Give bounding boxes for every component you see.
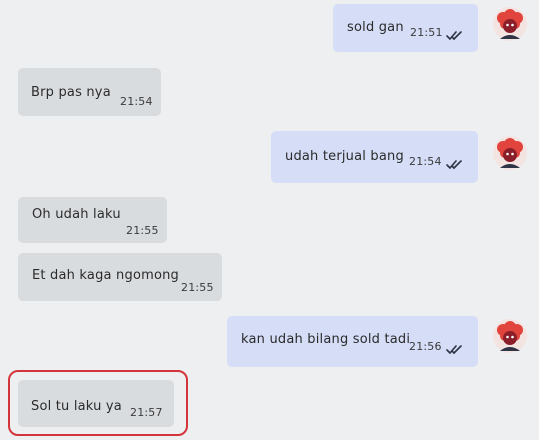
message-text: Et dah kaga ngomong [32, 268, 180, 283]
message-time: 21:54 [409, 155, 442, 168]
message-text: Brp pas nya [31, 85, 111, 100]
user-avatar-icon[interactable] [492, 135, 528, 171]
message-time: 21:55 [181, 281, 214, 294]
message-time: 21:51 [410, 26, 443, 39]
incoming-message-bubble[interactable]: Et dah kaga ngomong 21:55 [18, 253, 222, 301]
message-text: kan udah bilang sold tadi [241, 332, 411, 347]
highlight-outline [8, 370, 188, 436]
double-check-icon [446, 29, 466, 41]
chat-window: sold gan 21:51 Brp pas nya 21:54 udah te… [0, 0, 539, 440]
message-time: 21:54 [120, 95, 153, 108]
double-check-icon [446, 343, 466, 355]
message-time: 21:56 [409, 340, 442, 353]
message-time: 21:55 [126, 224, 159, 237]
double-check-icon [446, 158, 466, 170]
user-avatar-icon[interactable] [492, 6, 528, 42]
message-text: udah terjual bang [285, 149, 404, 164]
incoming-message-bubble[interactable]: Brp pas nya 21:54 [18, 68, 161, 116]
incoming-message-bubble[interactable]: Oh udah laku 21:55 [18, 197, 167, 243]
message-text: Oh udah laku [32, 207, 121, 222]
user-avatar-icon[interactable] [492, 318, 528, 354]
outgoing-message-bubble[interactable]: kan udah bilang sold tadi 21:56 [227, 316, 478, 367]
message-text: sold gan [347, 20, 404, 35]
outgoing-message-bubble[interactable]: udah terjual bang 21:54 [271, 131, 478, 183]
outgoing-message-bubble[interactable]: sold gan 21:51 [333, 4, 478, 52]
